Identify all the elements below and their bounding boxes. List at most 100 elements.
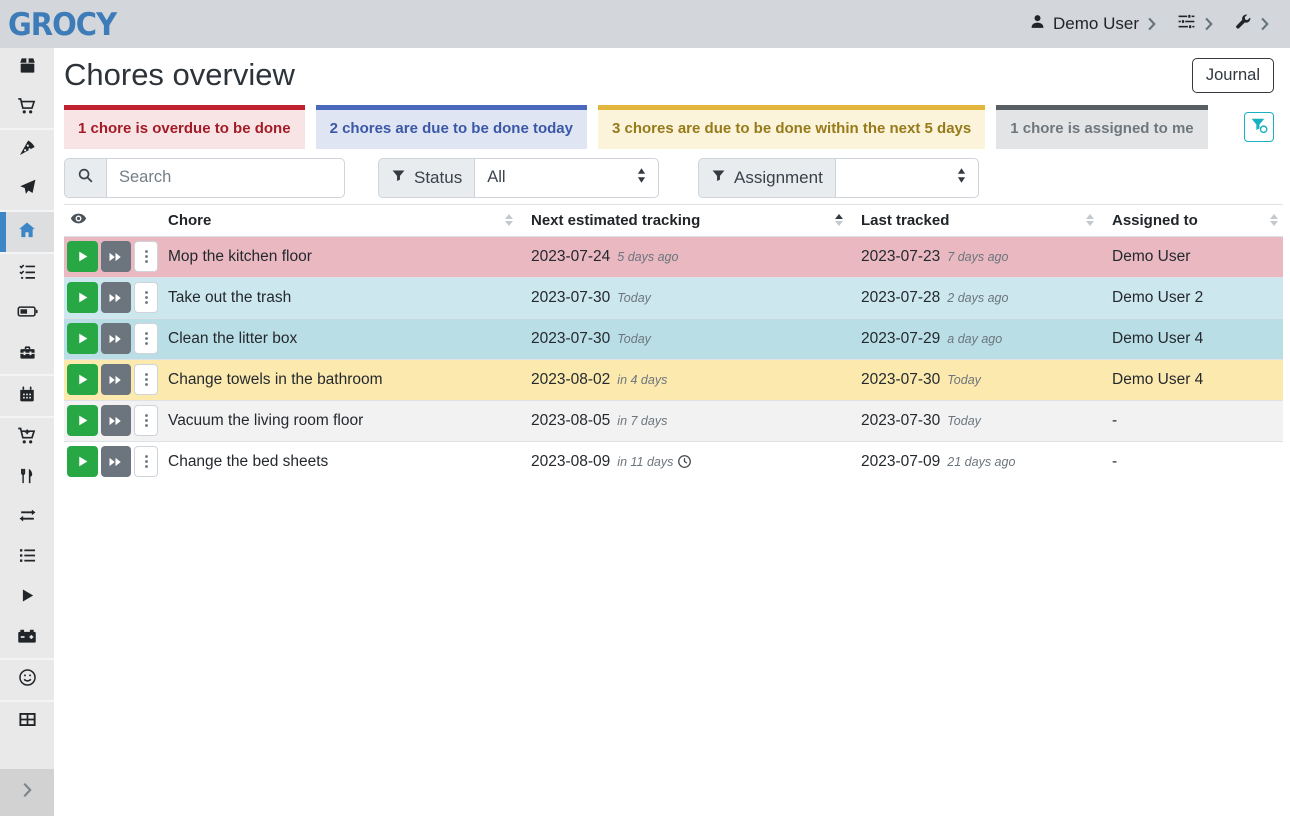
sort-icons: [505, 214, 513, 226]
sort-icons: [1270, 214, 1278, 226]
chevron-right-icon: [1259, 16, 1270, 32]
track-execution-button[interactable]: [67, 241, 98, 272]
status-filter-group: Status All: [378, 158, 659, 198]
sidebar-item-calendar[interactable]: [0, 376, 54, 416]
due-soon-badge[interactable]: 3 chores are due to be done within the n…: [598, 105, 985, 149]
chore-menu-button[interactable]: [134, 364, 158, 395]
status-select[interactable]: All: [474, 158, 659, 198]
sidebar-item-chore-tracking[interactable]: [0, 578, 54, 618]
column-header-label: Next estimated tracking: [531, 212, 700, 229]
assignment-filter-label: Assignment: [698, 158, 835, 198]
toolbox-icon: [18, 342, 37, 366]
paper-plane-icon: [18, 178, 37, 202]
skip-chore-button[interactable]: [101, 405, 132, 436]
chore-row: Take out the trash 2023-07-30Today 2023-…: [64, 277, 1283, 318]
due-today-badge[interactable]: 2 chores are due to be done today: [316, 105, 587, 149]
skip-chore-button[interactable]: [101, 364, 132, 395]
column-header-assigned-to[interactable]: Assigned to: [1107, 204, 1283, 236]
chore-row: Mop the kitchen floor 2023-07-245 days a…: [64, 236, 1283, 277]
settings-menu[interactable]: [1177, 12, 1214, 36]
filter-icon: [711, 168, 726, 188]
sidebar-item-consume[interactable]: [0, 458, 54, 498]
assigned-user: -: [1107, 400, 1283, 441]
sidebar-item-inventory[interactable]: [0, 538, 54, 578]
sidebar-item-batteries-overview[interactable]: [0, 294, 54, 334]
sort-icons-active-asc: [835, 214, 843, 226]
battery-icon: [17, 301, 38, 327]
utensils-icon: [18, 467, 36, 490]
track-execution-button[interactable]: [67, 323, 98, 354]
track-execution-button[interactable]: [67, 405, 98, 436]
sidebar-item-stock-overview[interactable]: [0, 48, 54, 88]
last-tracked-note: a day ago: [947, 332, 1002, 346]
column-header-label: Last tracked: [861, 212, 949, 229]
box-icon: [18, 56, 37, 80]
column-header-next-tracking[interactable]: Next estimated tracking: [526, 204, 856, 236]
status-select-value: All: [487, 168, 505, 187]
sidebar-item-recipes[interactable]: [0, 130, 54, 170]
sidebar-item-userentity[interactable]: [0, 660, 54, 700]
overdue-badge[interactable]: 1 chore is overdue to be done: [64, 105, 305, 149]
skip-chore-button[interactable]: [101, 323, 132, 354]
sidebar-item-battery-tracking[interactable]: [0, 618, 54, 658]
chore-menu-button[interactable]: [134, 446, 158, 477]
chevron-right-icon: [21, 781, 33, 804]
chore-menu-button[interactable]: [134, 323, 158, 354]
next-tracking-note: in 7 days: [617, 414, 667, 428]
search-icon: [77, 167, 94, 189]
clock-icon: [677, 454, 692, 469]
sidebar-item-userobjects[interactable]: [0, 702, 54, 742]
sidebar: [0, 48, 54, 816]
grocy-logo[interactable]: GROCY: [8, 6, 116, 43]
sidebar-item-chores-overview[interactable]: [0, 212, 54, 252]
column-header-last-tracked[interactable]: Last tracked: [856, 204, 1107, 236]
last-tracked-date: 2023-07-23: [861, 248, 940, 265]
last-tracked-note: 21 days ago: [947, 455, 1015, 469]
sidebar-item-purchase[interactable]: [0, 418, 54, 458]
sidebar-item-shopping-list[interactable]: [0, 88, 54, 128]
skip-chore-button[interactable]: [101, 446, 132, 477]
track-execution-button[interactable]: [67, 446, 98, 477]
search-addon: [64, 158, 106, 198]
list-icon: [18, 546, 37, 570]
chore-menu-button[interactable]: [134, 282, 158, 313]
sidebar-item-transfer[interactable]: [0, 498, 54, 538]
pizza-slice-icon: [18, 138, 37, 162]
column-header-label: Assigned to: [1112, 212, 1198, 229]
chores-table: Chore Next estimated tracking Last track…: [64, 204, 1283, 483]
skip-chore-button[interactable]: [101, 241, 132, 272]
table-header-row: Chore Next estimated tracking Last track…: [64, 204, 1283, 236]
select-caret-icon: [957, 168, 966, 188]
assignment-label-text: Assignment: [734, 168, 823, 188]
sidebar-spacer: [0, 742, 54, 769]
admin-menu[interactable]: [1234, 13, 1270, 36]
sidebar-collapse-button[interactable]: [0, 769, 54, 816]
chevron-right-icon: [1146, 16, 1157, 32]
search-input[interactable]: [106, 158, 345, 198]
sidebar-item-equipment[interactable]: [0, 334, 54, 374]
next-tracking-date: 2023-07-30: [531, 289, 610, 306]
last-tracked-note: Today: [947, 373, 981, 387]
journal-button[interactable]: Journal: [1192, 58, 1274, 93]
track-execution-button[interactable]: [67, 364, 98, 395]
clear-filters-button[interactable]: [1244, 112, 1274, 142]
car-battery-icon: [17, 626, 37, 651]
last-tracked-date: 2023-07-09: [861, 453, 940, 470]
chore-menu-button[interactable]: [134, 241, 158, 272]
assigned-to-me-badge[interactable]: 1 chore is assigned to me: [996, 105, 1207, 149]
last-tracked-note: 2 days ago: [947, 291, 1008, 305]
chore-row: Clean the litter box 2023-07-30Today 202…: [64, 318, 1283, 359]
skip-chore-button[interactable]: [101, 282, 132, 313]
assignment-select[interactable]: [835, 158, 979, 198]
main-content: Chores overview Journal 1 chore is overd…: [54, 48, 1290, 816]
user-icon: [1029, 13, 1046, 35]
sidebar-item-meal-plan[interactable]: [0, 170, 54, 210]
last-tracked-date: 2023-07-30: [861, 371, 940, 388]
column-header-chore[interactable]: Chore: [163, 204, 526, 236]
search-group: [64, 158, 345, 198]
user-menu[interactable]: Demo User: [1029, 13, 1157, 35]
track-execution-button[interactable]: [67, 282, 98, 313]
assigned-user: -: [1107, 441, 1283, 482]
sidebar-item-tasks[interactable]: [0, 254, 54, 294]
chore-menu-button[interactable]: [134, 405, 158, 436]
